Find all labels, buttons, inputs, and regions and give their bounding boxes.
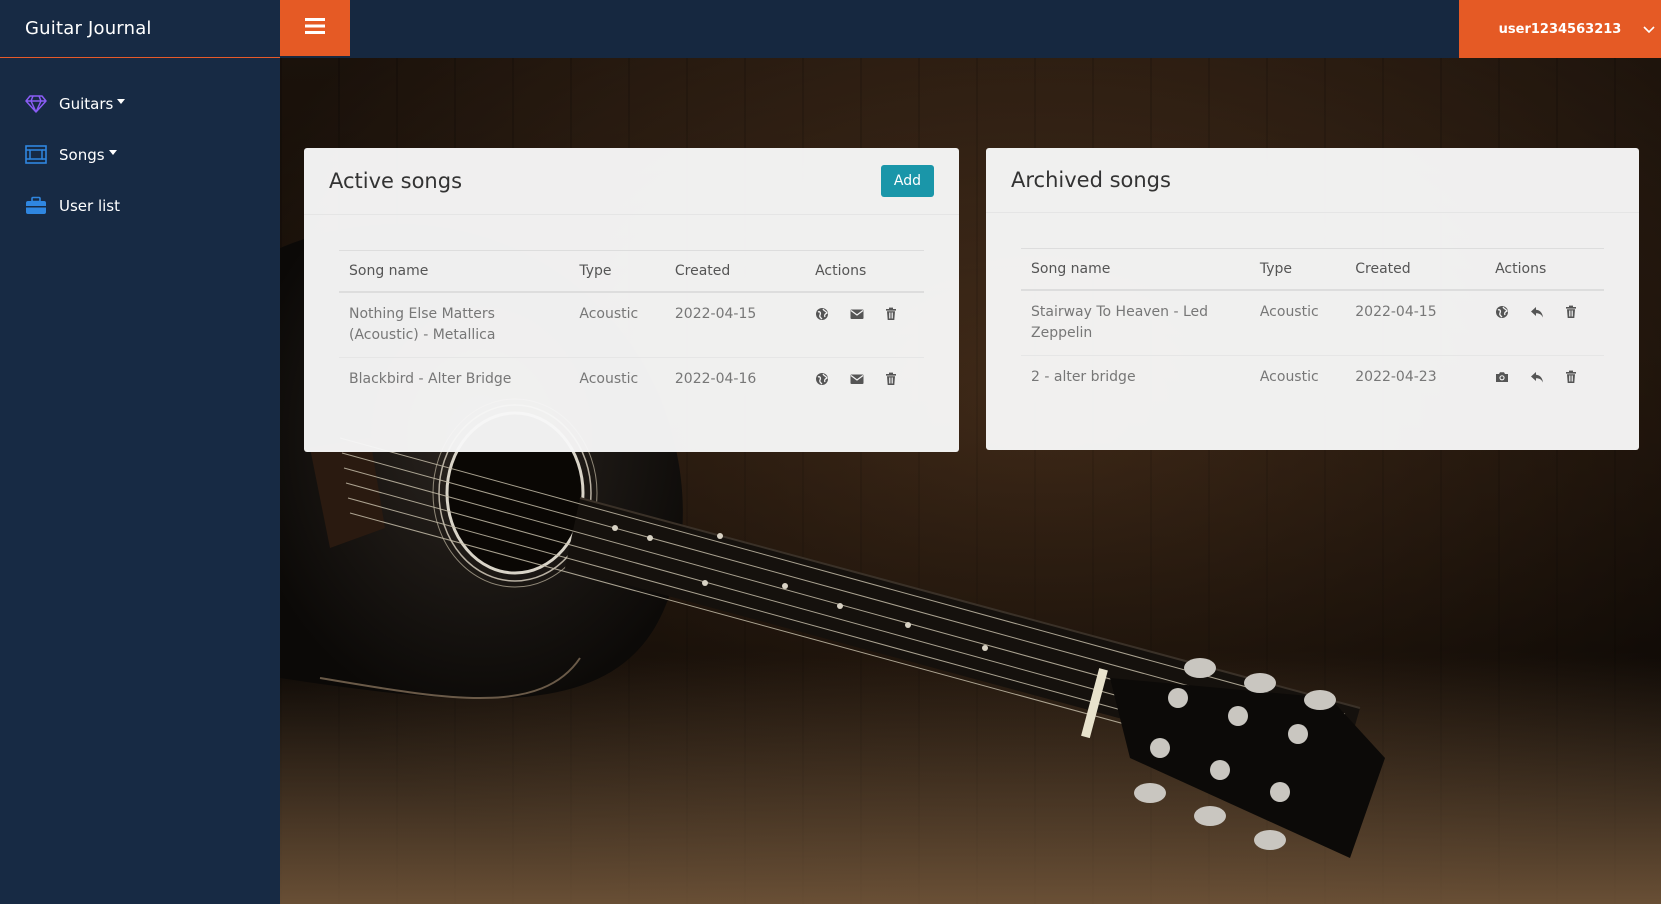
add-song-button[interactable]: Add xyxy=(880,165,934,197)
song-type-cell: Acoustic xyxy=(569,292,665,358)
card-header: Active songs Add xyxy=(304,148,959,215)
column-header-song-name: Song name xyxy=(339,250,570,293)
globe-icon[interactable] xyxy=(815,372,829,386)
song-name-cell: 2 - alter bridge xyxy=(1031,369,1136,385)
sidebar-item-user-list[interactable]: User list xyxy=(0,180,280,231)
song-created-cell: 2022-04-15 xyxy=(1345,290,1486,356)
card-body: Song name Type Created Actions Nothing E… xyxy=(304,215,959,401)
image-gallery-icon xyxy=(25,144,47,166)
column-header-song-name: Song name xyxy=(1021,248,1250,291)
table-header-row: Song name Type Created Actions xyxy=(339,250,924,293)
table-row: 2 - alter bridge Acoustic 2022-04-23 xyxy=(1021,356,1604,400)
caret-down-icon xyxy=(117,99,126,104)
sidebar-item-label: User list xyxy=(59,196,120,215)
card-title: Archived songs xyxy=(1011,168,1171,192)
actions-cell xyxy=(805,292,924,358)
song-created-cell: 2022-04-23 xyxy=(1355,369,1437,385)
table-row: Stairway To Heaven - Led Zeppelin Acoust… xyxy=(1021,290,1604,356)
actions-cell xyxy=(1485,290,1604,356)
envelope-icon[interactable] xyxy=(850,372,864,386)
column-header-created: Created xyxy=(1345,248,1486,291)
username: user1234563213 xyxy=(1498,21,1622,37)
reply-icon[interactable] xyxy=(1530,370,1544,384)
trash-icon[interactable] xyxy=(1564,370,1578,384)
user-menu-button[interactable]: user1234563213 xyxy=(1459,0,1661,58)
sidebar-item-label: Guitars xyxy=(59,94,114,113)
card-header: Archived songs xyxy=(986,148,1639,213)
reply-icon[interactable] xyxy=(1530,305,1544,319)
song-name-cell: Nothing Else Matters (Acoustic) - Metall… xyxy=(339,292,570,358)
actions-cell xyxy=(805,358,924,402)
caret-down-icon xyxy=(108,150,117,155)
column-header-type: Type xyxy=(1249,248,1346,291)
archived-songs-card: Archived songs Song name Type Created Ac… xyxy=(986,148,1639,450)
column-header-type: Type xyxy=(569,250,665,293)
trash-icon[interactable] xyxy=(884,372,898,386)
active-songs-table: Song name Type Created Actions Nothing E… xyxy=(339,250,924,401)
song-name-cell: Blackbird - Alter Bridge xyxy=(349,371,512,387)
globe-icon[interactable] xyxy=(1495,305,1509,319)
sidebar-item-songs[interactable]: Songs xyxy=(0,129,280,180)
trash-icon[interactable] xyxy=(1564,305,1578,319)
chevron-down-icon xyxy=(1643,20,1655,39)
diamond-icon xyxy=(25,93,47,115)
actions-cell xyxy=(1485,356,1604,400)
app-title[interactable]: Guitar Journal xyxy=(25,18,152,39)
table-row: Blackbird - Alter Bridge Acoustic 2022-0… xyxy=(339,358,924,402)
envelope-icon[interactable] xyxy=(850,307,864,321)
song-name-cell: Stairway To Heaven - Led Zeppelin xyxy=(1021,290,1250,356)
archived-songs-table: Song name Type Created Actions Stairway … xyxy=(1021,248,1604,399)
sidebar: Guitar Journal Guitars Songs User list xyxy=(0,0,280,904)
column-header-actions: Actions xyxy=(805,250,924,293)
song-type-cell: Acoustic xyxy=(579,371,639,387)
card-title: Active songs xyxy=(329,169,463,193)
active-songs-card: Active songs Add Song name Type Created … xyxy=(304,148,959,452)
song-type-cell: Acoustic xyxy=(1249,290,1346,356)
camera-icon[interactable] xyxy=(1495,370,1509,384)
column-header-created: Created xyxy=(664,250,806,293)
hamburger-icon xyxy=(305,18,325,38)
table-row: Nothing Else Matters (Acoustic) - Metall… xyxy=(339,292,924,358)
song-created-cell: 2022-04-15 xyxy=(664,292,806,358)
song-type-cell: Acoustic xyxy=(1259,369,1319,385)
top-bar: user1234563213 xyxy=(280,0,1661,58)
sidebar-item-label: Songs xyxy=(59,145,105,164)
sidebar-item-guitars[interactable]: Guitars xyxy=(0,78,280,129)
globe-icon[interactable] xyxy=(815,307,829,321)
brand[interactable]: Guitar Journal xyxy=(0,0,280,58)
column-header-actions: Actions xyxy=(1485,248,1604,291)
briefcase-icon xyxy=(25,195,47,217)
table-header-row: Song name Type Created Actions xyxy=(1021,248,1604,291)
card-body: Song name Type Created Actions Stairway … xyxy=(986,213,1639,399)
menu-toggle-button[interactable] xyxy=(280,0,350,56)
sidebar-nav: Guitars Songs User list xyxy=(0,58,280,231)
song-created-cell: 2022-04-16 xyxy=(674,371,757,387)
trash-icon[interactable] xyxy=(884,307,898,321)
